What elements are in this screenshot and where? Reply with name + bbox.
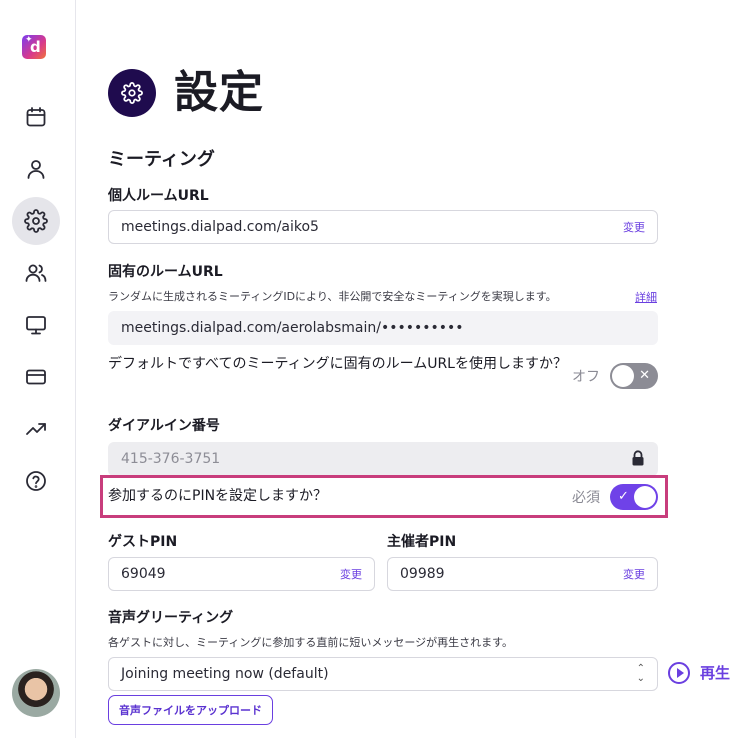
pin-required-toggle[interactable]: ✓: [610, 484, 658, 510]
sidebar-item-settings[interactable]: [12, 197, 60, 245]
dial-in-number-value: 415-376-3751: [121, 451, 221, 467]
upload-audio-button[interactable]: 音声ファイルをアップロード: [108, 695, 273, 725]
close-icon: ✕: [639, 368, 650, 383]
sidebar-item-contacts[interactable]: [12, 249, 60, 297]
greeting-selected-value: Joining meeting now (default): [121, 666, 329, 682]
greeting-label: 音声グリーティング: [108, 610, 234, 626]
sidebar-item-calendar[interactable]: [12, 93, 60, 141]
sidebar: ✦ d: [0, 0, 76, 738]
guest-pin-label: ゲストPIN: [108, 534, 178, 550]
user-icon: [27, 160, 45, 179]
details-link[interactable]: 詳細: [635, 289, 657, 305]
help-icon: [26, 471, 46, 491]
pin-required-question: 参加するのにPINを設定しますか？: [108, 488, 328, 504]
dialpad-logo[interactable]: ✦ d: [22, 35, 46, 59]
gear-icon: [121, 82, 143, 104]
host-pin-change-button[interactable]: 変更: [623, 566, 645, 582]
greeting-select[interactable]: Joining meeting now (default) ⌃ ⌄: [108, 657, 658, 691]
logo-letter: d: [30, 38, 41, 56]
sidebar-item-analytics[interactable]: [12, 405, 60, 453]
trending-up-icon: [26, 423, 46, 435]
unique-room-url-field: meetings.dialpad.com/aerolabsmain/••••••…: [108, 311, 658, 345]
settings-main: 設定 ミーティング 個人ルームURL meetings.dialpad.com/…: [76, 0, 750, 738]
default-unique-state-label: オフ: [572, 369, 600, 385]
personal-room-change-button[interactable]: 変更: [623, 219, 645, 235]
sidebar-item-profile[interactable]: [12, 145, 60, 193]
guest-pin-field: 69049 変更: [108, 557, 375, 591]
guest-pin-value: 69049: [121, 566, 166, 582]
toggle-knob: [612, 365, 634, 387]
avatar[interactable]: [12, 669, 60, 717]
personal-room-url-value: meetings.dialpad.com/aiko5: [121, 219, 319, 235]
unique-room-description: ランダムに生成されるミーティングIDにより、非公開で安全なミーティングを実現しま…: [108, 290, 557, 303]
toggle-knob: [634, 486, 656, 508]
default-unique-question: デフォルトですべてのミーティングに固有のルームURLを使用しますか？: [108, 356, 567, 372]
credit-card-icon: [26, 369, 46, 385]
calendar-icon: [26, 107, 46, 127]
play-icon: [668, 662, 690, 684]
default-unique-toggle[interactable]: ✕: [610, 363, 658, 389]
dial-in-label: ダイアルイン番号: [108, 418, 220, 434]
pin-required-state-label: 必須: [572, 490, 600, 506]
check-icon: ✓: [618, 489, 629, 504]
personal-room-url-field: meetings.dialpad.com/aiko5 変更: [108, 210, 658, 244]
guest-pin-change-button[interactable]: 変更: [340, 566, 362, 582]
greeting-description: 各ゲストに対し、ミーティングに参加する直前に短いメッセージが再生されます。: [108, 636, 514, 649]
sidebar-item-help[interactable]: [12, 457, 60, 505]
dial-in-number-field: 415-376-3751: [108, 442, 658, 476]
settings-title-badge: [108, 69, 156, 117]
sidebar-item-billing[interactable]: [12, 353, 60, 401]
unique-room-url-value: meetings.dialpad.com/aerolabsmain/••••••…: [121, 320, 464, 336]
section-title-meeting: ミーティング: [108, 149, 215, 170]
monitor-icon: [26, 316, 46, 335]
host-pin-label: 主催者PIN: [387, 534, 457, 550]
sidebar-item-devices[interactable]: [12, 301, 60, 349]
play-label: 再生: [700, 664, 731, 682]
lock-icon: [632, 450, 644, 466]
page-title: 設定: [174, 67, 264, 118]
gear-icon: [24, 209, 48, 233]
users-icon: [25, 264, 47, 282]
host-pin-field: 09989 変更: [387, 557, 658, 591]
host-pin-value: 09989: [400, 566, 445, 582]
personal-room-label: 個人ルームURL: [108, 188, 209, 204]
chevron-up-down-icon: ⌃ ⌄: [636, 663, 645, 684]
play-button[interactable]: 再生: [668, 662, 730, 684]
unique-room-label: 固有のルームURL: [108, 264, 223, 280]
